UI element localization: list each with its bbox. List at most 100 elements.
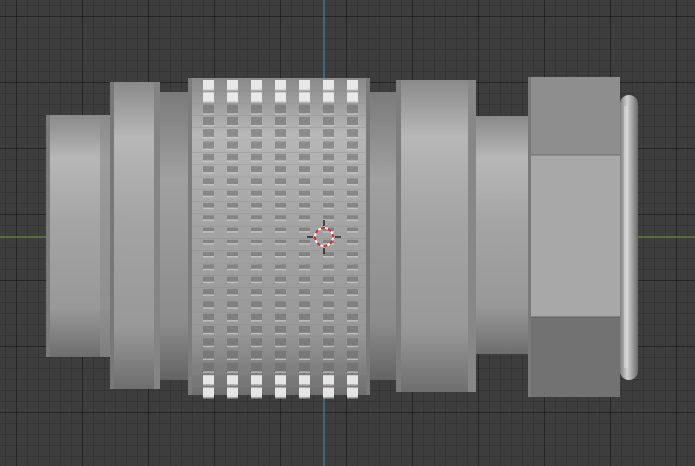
- knurl-cell: [203, 362, 214, 372]
- knurl-cell-highlight: [227, 207, 238, 210]
- knurl-cell: [347, 264, 358, 269]
- knurl-cell-highlight: [347, 231, 358, 233]
- knurl-cell: [227, 178, 238, 185]
- knurl-cell: [227, 104, 238, 114]
- knurl-cell: [227, 338, 238, 346]
- knurl-cell: [299, 141, 310, 149]
- viewport-scene: [0, 0, 695, 466]
- knurl-cell: [275, 116, 286, 126]
- knurl-cell: [299, 375, 310, 385]
- knurl-cell: [275, 153, 286, 161]
- connector-model[interactable]: [46, 77, 638, 399]
- knurl-cell-highlight: [275, 371, 286, 373]
- knurl-cell: [323, 301, 334, 308]
- knurl-cell-highlight: [203, 207, 214, 210]
- knurl-cell: [275, 190, 286, 196]
- knurl-cell: [203, 178, 214, 185]
- knurl-cell-highlight: [275, 345, 286, 348]
- knurl-cell: [251, 264, 262, 269]
- knurl-cell: [251, 326, 262, 333]
- knurl-cell: [203, 301, 214, 308]
- knurl-cell-highlight: [347, 172, 358, 174]
- knurl-cell-highlight: [275, 281, 286, 284]
- knurl-cell: [323, 178, 334, 185]
- knurl-cell: [203, 203, 214, 208]
- knurl-cell: [323, 215, 334, 220]
- knurl-cell-highlight: [203, 195, 214, 198]
- knurl-cell: [347, 362, 358, 372]
- knurl-cell-highlight: [299, 307, 310, 309]
- knurl-cell: [227, 203, 238, 208]
- knurl-cell-highlight: [347, 294, 358, 296]
- knurl-cell: [251, 80, 262, 90]
- knurl-cell-highlight: [275, 243, 286, 245]
- knurl-cell-highlight: [251, 268, 262, 271]
- knurl-cell-highlight: [299, 243, 310, 245]
- knurl-cell-highlight: [299, 113, 310, 115]
- knurl-cell-highlight: [203, 231, 214, 233]
- knurl-cell-highlight: [347, 243, 358, 245]
- knurl-cell-highlight: [323, 332, 334, 335]
- knurl-cell: [323, 190, 334, 196]
- knurl-cell-highlight: [275, 172, 286, 174]
- knurl-cell: [275, 313, 286, 321]
- knurl-cell: [299, 92, 310, 102]
- knurl-cell: [275, 141, 286, 149]
- knurl-cell: [347, 313, 358, 321]
- knurl-cell: [347, 190, 358, 196]
- knurl-cell: [251, 215, 262, 220]
- knurl-cell-highlight: [323, 195, 334, 198]
- knurl-cell-highlight: [299, 255, 310, 258]
- knurl-cell-highlight: [203, 125, 214, 127]
- knurl-cell-highlight: [323, 384, 334, 386]
- knurl-cell-highlight: [203, 332, 214, 335]
- knurl-cell-highlight: [251, 136, 262, 139]
- knurl-cell-highlight: [299, 384, 310, 386]
- knurl-cell-highlight: [347, 125, 358, 127]
- knurl-cell-highlight: [299, 281, 310, 284]
- knurl-cell-highlight: [275, 268, 286, 271]
- knurl-cell-highlight: [347, 113, 358, 115]
- knurl-cell-highlight: [203, 136, 214, 139]
- knurl-cell: [275, 264, 286, 269]
- knurl-cell-highlight: [203, 294, 214, 296]
- knurl-cell-highlight: [275, 125, 286, 127]
- knurl-cell: [299, 264, 310, 269]
- knurl-cell: [299, 350, 310, 359]
- left-ring-collar: [160, 92, 188, 380]
- knurl-cell: [251, 375, 262, 385]
- knurl-cell-highlight: [275, 195, 286, 198]
- knurl-cell: [275, 362, 286, 372]
- knurl-cell: [203, 141, 214, 149]
- knurl-cell: [203, 387, 214, 397]
- knurl-cell: [347, 301, 358, 308]
- 3d-viewport[interactable]: [0, 0, 695, 466]
- knurl-cell: [299, 80, 310, 90]
- knurl-cell-highlight: [299, 148, 310, 151]
- knurl-cell: [203, 252, 214, 256]
- left-ring: [110, 82, 160, 389]
- knurl-cell: [299, 104, 310, 114]
- knurl-cell-highlight: [203, 384, 214, 386]
- knurl-cell: [347, 239, 358, 244]
- knurl-cell-highlight: [347, 320, 358, 322]
- knurl-cell: [251, 190, 262, 196]
- knurl-cell: [227, 227, 238, 232]
- knurl-cell: [251, 203, 262, 208]
- knurl-cell: [347, 116, 358, 126]
- knurl-cell: [275, 227, 286, 232]
- right-collar: [370, 92, 398, 380]
- knurl-cell: [251, 153, 262, 161]
- knurl-cell-highlight: [203, 255, 214, 258]
- knurl-cell-highlight: [227, 195, 238, 198]
- knurl-cell-highlight: [299, 231, 310, 233]
- knurl-cell-highlight: [347, 219, 358, 221]
- knurl-cell: [323, 387, 334, 397]
- knurl-cell-highlight: [203, 320, 214, 322]
- knurl-cell: [275, 80, 286, 90]
- end-cap: [620, 95, 638, 380]
- knurl-cell: [347, 178, 358, 185]
- knurl-cell-highlight: [251, 320, 262, 322]
- knurl-cell-highlight: [251, 195, 262, 198]
- knurl-cell-highlight: [227, 384, 238, 386]
